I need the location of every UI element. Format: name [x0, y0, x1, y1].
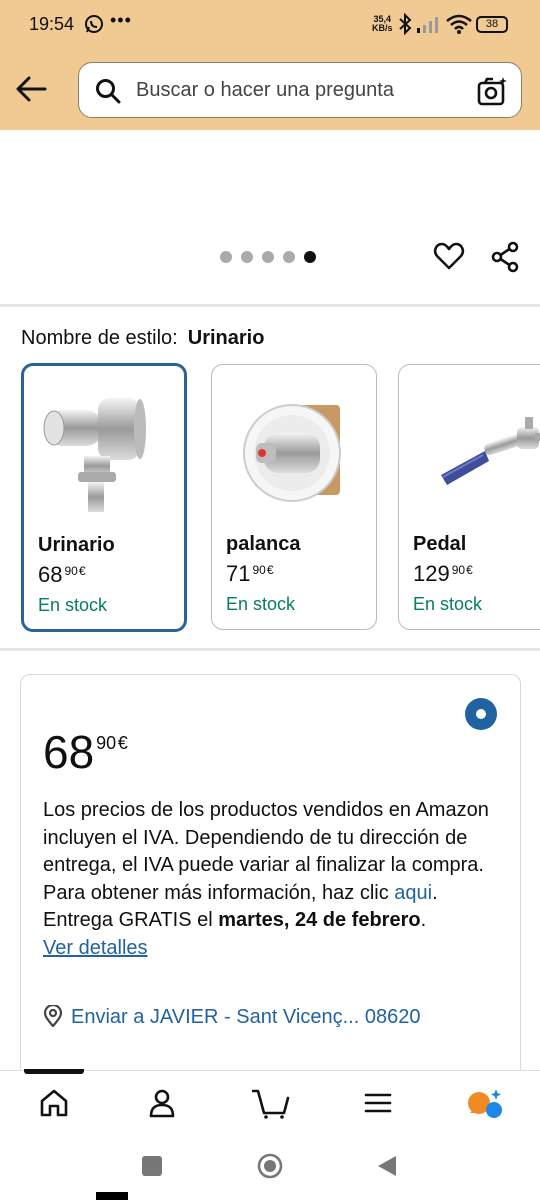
- cart-icon[interactable]: [252, 1087, 290, 1119]
- battery-icon: 38: [476, 16, 508, 33]
- back-arrow-icon[interactable]: [14, 74, 48, 104]
- delivery-end: .: [420, 909, 427, 931]
- style-selected-value: Urinario: [187, 327, 265, 349]
- delivery-date: martes, 24 de febrero: [218, 909, 421, 931]
- camera-lens-icon[interactable]: [477, 76, 509, 106]
- screen-edge-marker: [96, 1192, 128, 1200]
- lever-valve-image: [243, 404, 341, 502]
- style-option-price: 71 90 €: [226, 561, 274, 587]
- stock-status: En stock: [38, 595, 108, 615]
- stock-status: En stock: [226, 594, 296, 614]
- carousel-dot[interactable]: [262, 251, 274, 263]
- style-option-name: Urinario: [38, 534, 115, 556]
- style-option-name: palanca: [226, 533, 301, 555]
- style-name-label: Nombre de estilo:: [21, 327, 178, 349]
- status-bar: 19:54 ••• 35,4 KB/s 38: [0, 0, 540, 50]
- buy-box: 68 90 € Los precios de los productos vend…: [20, 674, 521, 1094]
- search-bar[interactable]: Buscar o hacer una pregunta: [78, 62, 522, 118]
- price-whole: 71: [226, 561, 251, 586]
- offer-radio-selected[interactable]: [465, 698, 497, 730]
- section-divider: [0, 304, 540, 307]
- price-currency: €: [466, 563, 473, 577]
- share-icon[interactable]: [490, 241, 520, 273]
- vat-notice: Los precios de los productos vendidos en…: [43, 797, 503, 962]
- system-navigation-bar: [0, 1134, 540, 1200]
- status-time: 19:54: [29, 14, 75, 34]
- carousel-dot[interactable]: [220, 251, 232, 263]
- price-currency: €: [117, 733, 128, 753]
- buybox-price: 68 90 €: [43, 725, 128, 779]
- price-currency: €: [78, 564, 86, 578]
- vat-end: .: [432, 881, 438, 904]
- image-carousel-dots[interactable]: [220, 251, 316, 263]
- signal-icon: [417, 17, 438, 33]
- urinal-valve-image: [43, 398, 146, 512]
- style-option-price: 68 90 €: [38, 562, 86, 588]
- ship-to-address[interactable]: Enviar a JAVIER - Sant Vicenç... 08620: [43, 1005, 420, 1029]
- network-speed: 35,4 KB/s: [372, 15, 393, 33]
- nav-active-indicator: [24, 1069, 84, 1074]
- bottom-navigation: [0, 1069, 540, 1134]
- vat-info-link[interactable]: aqui: [394, 882, 432, 904]
- recent-apps-icon[interactable]: [142, 1156, 162, 1176]
- style-option-name: Pedal: [413, 533, 467, 555]
- back-triangle-icon[interactable]: [376, 1154, 398, 1178]
- app-header: 19:54 ••• 35,4 KB/s 38 Buscar o hacer un…: [0, 0, 540, 130]
- home-button-icon[interactable]: [257, 1153, 283, 1179]
- heart-icon[interactable]: [433, 240, 465, 272]
- wifi-icon: [446, 14, 472, 34]
- stock-status: En stock: [413, 594, 483, 614]
- search-icon: [96, 79, 121, 104]
- account-icon[interactable]: [146, 1087, 178, 1119]
- style-selector-label: Nombre de estilo: Urinario: [21, 327, 264, 350]
- pedal-valve-image: [441, 417, 540, 485]
- search-placeholder[interactable]: Buscar o hacer una pregunta: [136, 79, 394, 102]
- bluetooth-icon: [399, 13, 412, 35]
- price-fraction: 90: [252, 563, 266, 577]
- network-speed-unit: KB/s: [372, 23, 393, 33]
- price-currency: €: [266, 563, 274, 577]
- price-fraction: 90: [451, 563, 466, 577]
- see-details-link[interactable]: Ver detalles: [43, 937, 148, 959]
- style-option-palanca[interactable]: palanca 71 90 € En stock: [211, 364, 377, 630]
- whatsapp-icon: [85, 15, 103, 33]
- section-divider: [0, 648, 540, 651]
- price-whole: 68: [43, 726, 95, 778]
- carousel-dot[interactable]: [283, 251, 295, 263]
- home-icon[interactable]: [38, 1087, 70, 1119]
- carousel-dot[interactable]: [241, 251, 253, 263]
- location-pin-icon: [43, 1005, 63, 1027]
- style-option-urinario[interactable]: Urinario 68 90 € En stock: [21, 363, 187, 632]
- style-option-price: 129 90 €: [413, 561, 473, 587]
- price-whole: 129: [413, 561, 450, 586]
- notification-more-icon: •••: [110, 10, 132, 30]
- price-whole: 68: [38, 562, 63, 587]
- price-fraction: 90: [64, 564, 78, 578]
- delivery-prefix: Entrega GRATIS el: [43, 909, 219, 931]
- price-fraction: 90: [96, 733, 117, 753]
- rufus-assistant-icon[interactable]: [466, 1087, 504, 1119]
- ship-to-text[interactable]: Enviar a JAVIER - Sant Vicenç... 08620: [71, 1006, 420, 1028]
- menu-icon[interactable]: [362, 1087, 394, 1119]
- style-option-pedal[interactable]: Pedal 129 90 € En stock: [398, 364, 540, 630]
- carousel-dot-active[interactable]: [304, 251, 316, 263]
